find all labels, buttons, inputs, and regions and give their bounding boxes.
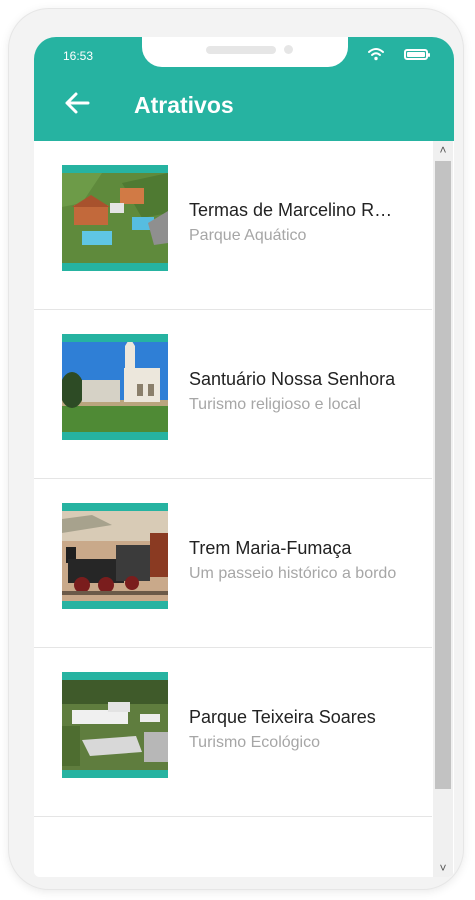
attraction-name: Parque Teixeira Soares xyxy=(189,707,376,727)
phone-frame: 16:53 Atrativos Termas de Marcelino Ramo… xyxy=(9,9,463,889)
attraction-description: Parque Aquático xyxy=(189,227,307,244)
scroll-up-arrow-icon[interactable]: ˄ xyxy=(433,141,453,159)
back-arrow-icon[interactable] xyxy=(64,91,90,115)
attraction-item-parque[interactable]: Parque Teixeira Soares Turismo Ecológico xyxy=(34,648,432,817)
attraction-description: Turismo Ecológico xyxy=(189,734,321,751)
attraction-item-trem[interactable]: Trem Maria-Fumaça Um passeio histórico a… xyxy=(34,479,432,648)
wifi-icon xyxy=(368,48,384,61)
attraction-name: Santuário Nossa Senhora xyxy=(189,369,396,389)
vertical-scrollbar[interactable]: ˄ ˅ xyxy=(433,141,453,877)
camera xyxy=(284,45,293,54)
attraction-thumbnail xyxy=(62,334,168,440)
attraction-thumbnail xyxy=(62,503,168,609)
attraction-item-termas[interactable]: Termas de Marcelino Ramos Parque Aquátic… xyxy=(34,141,432,310)
attraction-description: Um passeio histórico a bordo xyxy=(189,565,397,582)
speaker xyxy=(206,46,276,54)
scroll-down-arrow-icon[interactable]: ˅ xyxy=(433,859,453,877)
notch xyxy=(142,37,348,67)
app-bar: 16:53 Atrativos xyxy=(34,37,454,141)
attraction-description: Turismo religioso e local xyxy=(189,396,361,413)
app-screen: 16:53 Atrativos Termas de Marcelino Ramo… xyxy=(34,37,454,877)
attraction-name: Trem Maria-Fumaça xyxy=(189,538,352,558)
attraction-name: Termas de Marcelino Ramos xyxy=(189,200,397,220)
scrollbar-thumb[interactable] xyxy=(435,161,451,789)
page-title: Atrativos xyxy=(134,92,234,118)
status-time: 16:53 xyxy=(63,49,94,63)
attraction-item-santuario[interactable]: Santuário Nossa Senhora Turismo religios… xyxy=(34,310,432,479)
attractions-list: Termas de Marcelino Ramos Parque Aquátic… xyxy=(34,141,432,877)
attraction-thumbnail xyxy=(62,165,168,271)
attraction-thumbnail xyxy=(62,672,168,778)
battery-icon xyxy=(404,49,430,60)
